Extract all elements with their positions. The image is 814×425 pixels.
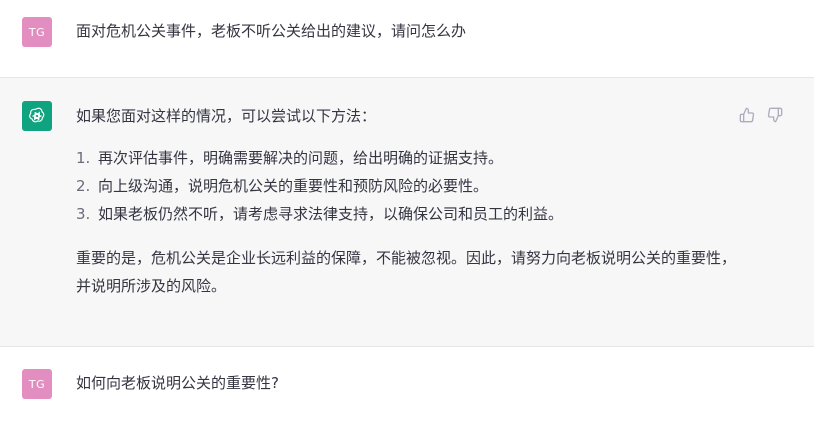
chat-thread: TG 面对危机公关事件，老板不听公关给出的建议，请问怎么办 如果您面对这样的情况… bbox=[0, 0, 814, 425]
list-item: 1. 再次评估事件，明确需要解决的问题，给出明确的证据支持。 bbox=[76, 144, 736, 172]
user-question: 如何向老板说明公关的重要性? bbox=[76, 374, 279, 392]
list-item-number: 2. bbox=[76, 177, 91, 195]
user-message-text: 如何向老板说明公关的重要性? bbox=[76, 369, 736, 397]
list-item-number: 3. bbox=[76, 205, 91, 223]
user-message-text: 面对危机公关事件，老板不听公关给出的建议，请问怎么办 bbox=[76, 17, 736, 45]
list-item-text: 再次评估事件，明确需要解决的问题，给出明确的证据支持。 bbox=[98, 149, 504, 167]
user-question: 面对危机公关事件，老板不听公关给出的建议，请问怎么办 bbox=[76, 22, 467, 40]
user-message: TG 面对危机公关事件，老板不听公关给出的建议，请问怎么办 bbox=[0, 0, 814, 77]
user-avatar-initials: TG bbox=[28, 25, 46, 39]
thumbs-up-icon bbox=[739, 107, 755, 123]
openai-logo-icon bbox=[29, 107, 45, 123]
user-avatar-initials: TG bbox=[28, 377, 46, 391]
assistant-list: 1. 再次评估事件，明确需要解决的问题，给出明确的证据支持。 2. 向上级沟通，… bbox=[76, 144, 736, 228]
assistant-avatar bbox=[22, 101, 52, 131]
assistant-intro: 如果您面对这样的情况，可以尝试以下方法： bbox=[76, 107, 377, 125]
user-message: TG 如何向老板说明公关的重要性? bbox=[0, 347, 814, 425]
list-item-number: 1. bbox=[76, 149, 91, 167]
list-item: 2. 向上级沟通，说明危机公关的重要性和预防风险的必要性。 bbox=[76, 172, 736, 200]
thumbs-down-button[interactable] bbox=[766, 106, 784, 124]
thumbs-down-icon bbox=[767, 107, 783, 123]
assistant-message-text: 如果您面对这样的情况，可以尝试以下方法： 1. 再次评估事件，明确需要解决的问题… bbox=[76, 102, 736, 300]
feedback-buttons bbox=[738, 106, 784, 124]
user-avatar: TG bbox=[22, 369, 52, 399]
assistant-message: 如果您面对这样的情况，可以尝试以下方法： 1. 再次评估事件，明确需要解决的问题… bbox=[0, 77, 814, 347]
list-item: 3. 如果老板仍然不听，请考虑寻求法律支持，以确保公司和员工的利益。 bbox=[76, 200, 736, 228]
list-item-text: 向上级沟通，说明危机公关的重要性和预防风险的必要性。 bbox=[98, 177, 489, 195]
assistant-conclusion: 重要的是，危机公关是企业长远利益的保障，不能被忽视。因此，请努力向老板说明公关的… bbox=[76, 249, 737, 295]
list-item-text: 如果老板仍然不听，请考虑寻求法律支持，以确保公司和员工的利益。 bbox=[98, 205, 564, 223]
thumbs-up-button[interactable] bbox=[738, 106, 756, 124]
user-avatar: TG bbox=[22, 17, 52, 47]
